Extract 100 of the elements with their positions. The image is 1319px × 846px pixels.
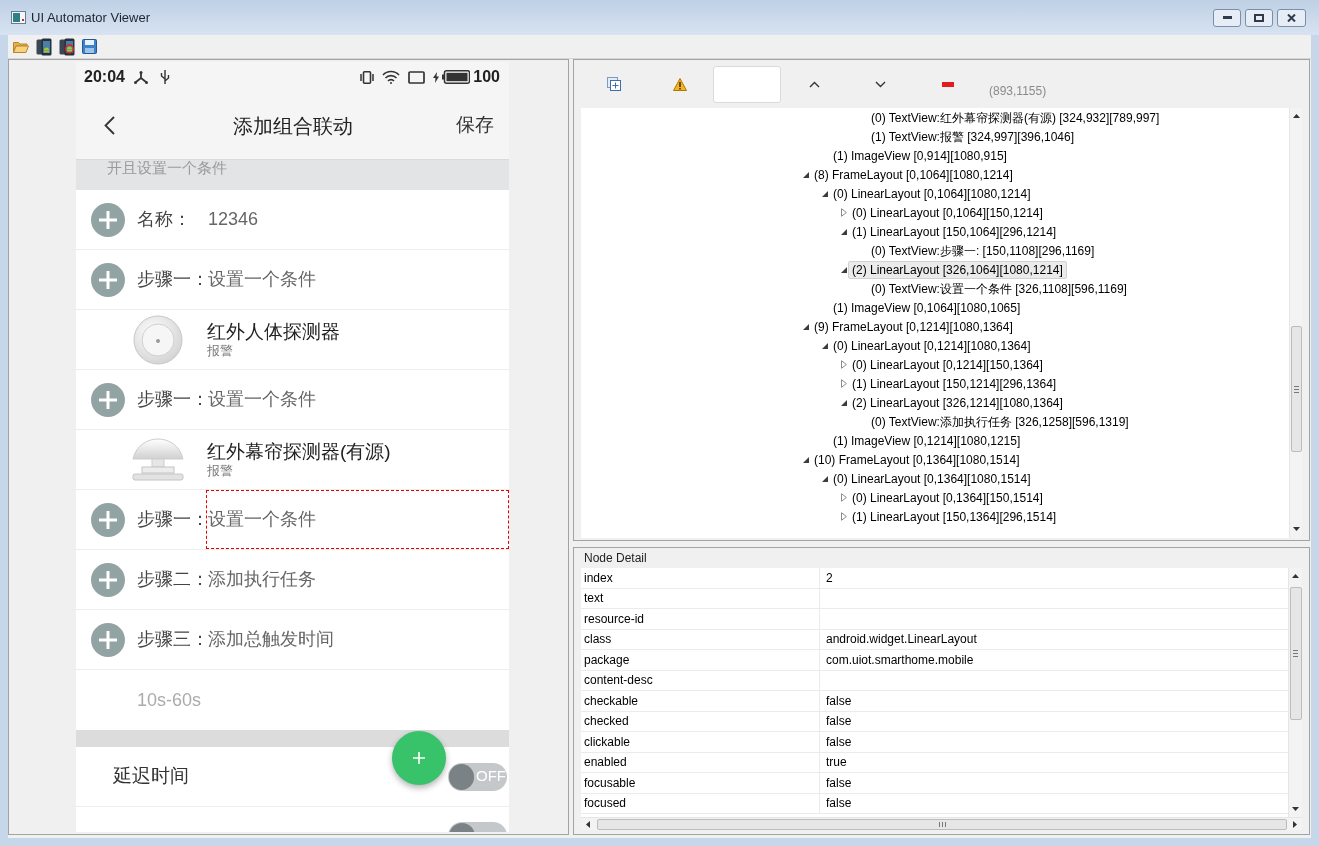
tree-node[interactable]: (1) LinearLayout [150,1064][296,1214]: [848, 222, 1061, 241]
scroll-up-icon[interactable]: [1292, 114, 1300, 118]
tree-node[interactable]: (1) ImageView [0,1064][1080,1065]: [829, 298, 1025, 317]
back-icon[interactable]: [104, 116, 115, 135]
tree-node[interactable]: (1) ImageView [0,914][1080,915]: [829, 146, 1011, 165]
expand-all-icon[interactable]: [607, 77, 621, 91]
toggle-switch[interactable]: [448, 822, 507, 832]
scroll-down-icon[interactable]: [1292, 807, 1299, 811]
expanded-triangle-icon[interactable]: [822, 342, 828, 349]
plus-circle-icon[interactable]: [91, 502, 125, 537]
step-value: 添加总触发时间: [207, 628, 334, 651]
tree-node[interactable]: (1) TextView:报警 [324,997][396,1046]: [867, 127, 1078, 146]
tree-node[interactable]: (0) TextView:红外幕帘探测器(有源) [324,932][789,997]: [867, 108, 1164, 127]
step-value: 设置一个条件: [207, 388, 316, 411]
coordinates-label: (893,1155): [989, 83, 1047, 100]
chevron-up-icon[interactable]: [808, 80, 820, 88]
tree-node[interactable]: (0) TextView:添加执行任务 [326,1258][596,1319]: [867, 412, 1133, 431]
collapsed-triangle-icon[interactable]: [841, 379, 847, 388]
tree-node[interactable]: (0) TextView:设置一个条件 [326,1108][596,1169]: [867, 279, 1131, 298]
collapsed-triangle-icon[interactable]: [841, 208, 847, 217]
expanded-triangle-icon[interactable]: [841, 399, 847, 406]
property-name: checkable: [581, 691, 820, 711]
step-value: 设置一个条件: [207, 268, 316, 291]
plus-circle-icon[interactable]: [91, 622, 125, 657]
property-name: package: [581, 650, 820, 670]
minus-icon[interactable]: [942, 81, 954, 87]
warning-icon[interactable]: [673, 77, 687, 91]
minimize-button[interactable]: [1213, 8, 1241, 27]
node-detail-title: Node Detail: [584, 550, 647, 567]
maximize-button[interactable]: [1245, 8, 1273, 27]
expanded-triangle-icon[interactable]: [841, 266, 847, 273]
property-value: false: [825, 774, 853, 792]
scroll-up-icon[interactable]: [1292, 574, 1299, 578]
expanded-triangle-icon[interactable]: [803, 323, 809, 330]
expanded-triangle-icon[interactable]: [822, 475, 828, 482]
tree-node[interactable]: (1) ImageView [0,1214][1080,1215]: [829, 431, 1025, 450]
window-title: UI Automator Viewer: [31, 8, 150, 27]
toggle-knob: [449, 763, 474, 790]
vertical-scrollbar[interactable]: [1288, 568, 1302, 817]
property-value: false: [825, 713, 853, 731]
collapsed-triangle-icon[interactable]: [841, 360, 847, 369]
tree-node[interactable]: (8) FrameLayout [0,1064][1080,1214]: [810, 165, 1017, 184]
step-value: 设置一个条件: [207, 508, 316, 531]
tree-node[interactable]: (0) TextView:步骤一: [150,1108][296,1169]: [867, 241, 1099, 260]
property-value: true: [825, 754, 848, 772]
property-name: text: [581, 588, 820, 608]
tree-node[interactable]: (0) LinearLayout [0,1364][1080,1514]: [829, 469, 1035, 488]
tree-node[interactable]: (0) LinearLayout [0,1214][150,1364]: [848, 355, 1047, 374]
tree-node[interactable]: (0) LinearLayout [0,1064][1080,1214]: [829, 184, 1035, 203]
minimize-icon: [1222, 16, 1232, 19]
folder-icon[interactable]: [13, 39, 29, 54]
expanded-triangle-icon[interactable]: [803, 171, 809, 178]
plus-circle-icon[interactable]: [91, 562, 125, 597]
property-value: false: [825, 733, 853, 751]
property-name: checked: [581, 711, 820, 731]
plus-icon: [413, 752, 425, 764]
round-sensor-drawing: [133, 314, 183, 365]
setting-label: 延迟时间: [113, 764, 189, 789]
input-field[interactable]: [713, 65, 781, 103]
scroll-thumb[interactable]: [1289, 587, 1302, 720]
tree-node[interactable]: (1) LinearLayout [150,1364][296,1514]: [848, 507, 1061, 526]
tree-node[interactable]: (2) LinearLayout [326,1214][1080,1364]: [848, 393, 1067, 412]
android-phone-ring-icon[interactable]: [59, 37, 75, 56]
plus-circle-icon[interactable]: [91, 262, 125, 297]
tree-node[interactable]: (9) FrameLayout [0,1214][1080,1364]: [810, 317, 1017, 336]
tree-node[interactable]: (0) LinearLayout [0,1214][1080,1364]: [829, 336, 1035, 355]
property-value: android.widget.LinearLayout: [825, 631, 978, 649]
step-label: 名称：: [137, 208, 192, 231]
screen-title: 添加组合联动: [232, 113, 353, 139]
plus-circle-icon[interactable]: [91, 382, 125, 417]
expanded-triangle-icon[interactable]: [841, 228, 847, 235]
section-hint: 开且设置一个条件: [76, 160, 509, 190]
collapsed-triangle-icon[interactable]: [841, 493, 847, 502]
time-range-text: 10s-60s: [137, 688, 202, 712]
tree-node[interactable]: (1) LinearLayout [150,1214][296,1364]: [848, 374, 1061, 393]
fork-icon: [133, 70, 148, 84]
scroll-down-icon[interactable]: [1292, 527, 1300, 531]
android-phone-icon[interactable]: [36, 37, 52, 56]
plus-circle-icon[interactable]: [91, 202, 125, 237]
scroll-right-icon[interactable]: [1293, 820, 1297, 828]
property-name: resource-id: [581, 609, 820, 629]
step-label: 步骤一：: [137, 388, 206, 411]
close-button[interactable]: [1277, 8, 1306, 27]
chevron-down-icon[interactable]: [874, 80, 886, 88]
save-icon[interactable]: [82, 39, 97, 54]
expanded-triangle-icon[interactable]: [822, 190, 828, 197]
device-name: 红外人体探测器: [207, 320, 340, 343]
status-time: 20:04: [84, 69, 125, 85]
tree-node[interactable]: (10) FrameLayout [0,1364][1080,1514]: [810, 450, 1024, 469]
save-button[interactable]: 保存: [456, 111, 494, 140]
tree-node[interactable]: (2) LinearLayout [326,1064][1080,1214]: [848, 260, 1067, 279]
tree-node[interactable]: (0) LinearLayout [0,1364][150,1514]: [848, 488, 1047, 507]
wifi-icon: [382, 70, 401, 84]
collapsed-triangle-icon[interactable]: [841, 512, 847, 521]
tree-node[interactable]: (0) LinearLayout [0,1064][150,1214]: [848, 203, 1047, 222]
property-name: index: [581, 568, 820, 588]
property-value: false: [825, 692, 853, 710]
expanded-triangle-icon[interactable]: [803, 456, 809, 463]
scroll-left-icon[interactable]: [586, 820, 590, 828]
scroll-thumb[interactable]: [1290, 326, 1302, 452]
